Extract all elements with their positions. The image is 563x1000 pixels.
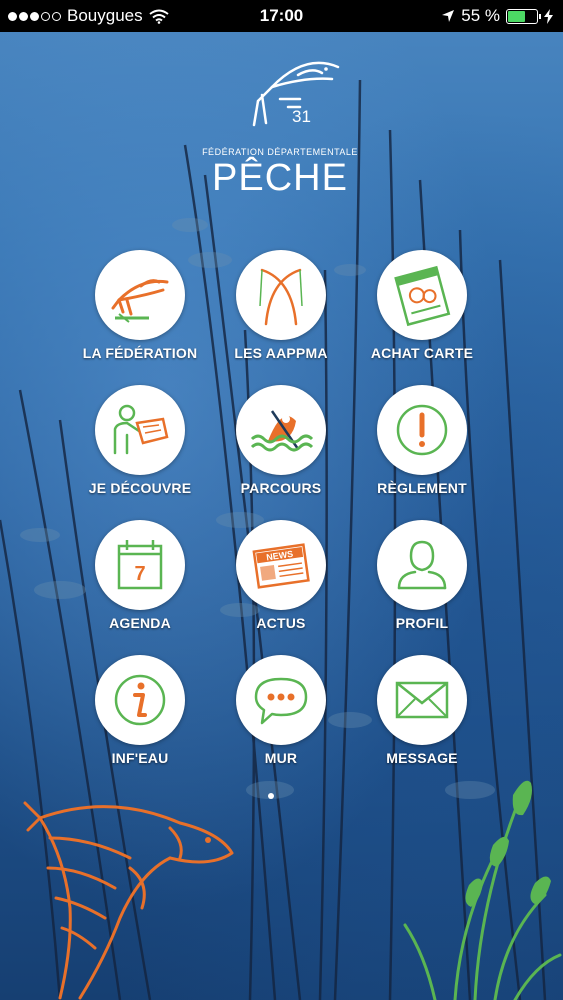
exclamation-icon	[396, 404, 448, 456]
logo-fish-icon	[252, 61, 340, 127]
menu-label: MESSAGE	[386, 750, 458, 766]
menu-button-circle[interactable]	[377, 385, 467, 475]
menu-button-circle[interactable]	[236, 385, 326, 475]
menu-button-circle[interactable]	[95, 385, 185, 475]
battery-percent: 55 %	[461, 6, 500, 25]
logo-number: 31	[292, 107, 311, 126]
menu-item-achat-carte[interactable]: ACHAT CARTE	[352, 250, 492, 370]
menu-item-agenda[interactable]: 7 AGENDA	[70, 520, 210, 640]
menu-item-infeau[interactable]: INF'EAU	[70, 655, 210, 775]
page-indicator-dot	[268, 793, 274, 799]
profile-icon	[397, 540, 447, 590]
person-reading-icon	[113, 404, 169, 455]
status-bar: Bouygues 17:00 55 %	[0, 0, 563, 32]
status-right-group: 55 %	[441, 6, 553, 26]
menu-label: ACHAT CARTE	[370, 345, 474, 361]
cattail-plant-decoration	[403, 780, 562, 1000]
menu-item-parcours[interactable]: PARCOURS	[211, 385, 351, 505]
calendar-day: 7	[134, 563, 145, 585]
menu-item-mur[interactable]: MUR	[211, 655, 351, 775]
federation-logo: 31 FÉDÉRATION DÉPARTEMENTALE PÊCHE	[200, 55, 360, 205]
menu-item-reglement[interactable]: RÈGLEMENT	[352, 385, 492, 505]
menu-button-circle[interactable]	[236, 250, 326, 340]
envelope-icon	[395, 681, 449, 719]
kayak-icon	[250, 410, 314, 452]
logo-title: PÊCHE	[212, 157, 348, 199]
fishing-rods-icon	[259, 268, 303, 326]
menu-item-message[interactable]: MESSAGE	[352, 655, 492, 775]
menu-label: PROFIL	[395, 615, 449, 631]
menu-button-circle[interactable]	[377, 520, 467, 610]
menu-button-circle[interactable]	[95, 250, 185, 340]
menu-button-circle[interactable]	[95, 655, 185, 745]
menu-label: RÈGLEMENT	[377, 480, 467, 496]
battery-icon	[506, 8, 541, 24]
menu-button-circle[interactable]: NEWS	[236, 520, 326, 610]
menu-button-circle[interactable]	[236, 655, 326, 745]
location-arrow-icon	[442, 10, 455, 22]
fishing-card-icon	[394, 265, 451, 327]
menu-item-les-aappma[interactable]: LES AAPPMA	[211, 250, 351, 370]
menu-item-la-federation[interactable]: LA FÉDÉRATION	[70, 250, 210, 370]
logo-subtitle: FÉDÉRATION DÉPARTEMENTALE	[202, 147, 358, 157]
menu-item-actus[interactable]: NEWS ACTUS	[211, 520, 351, 640]
menu-button-circle[interactable]	[377, 655, 467, 745]
fish-icon	[111, 279, 169, 323]
jumping-fish-decoration	[23, 801, 234, 1000]
chat-bubble-icon	[254, 677, 308, 725]
newspaper-icon: NEWS	[252, 543, 310, 589]
menu-button-circle[interactable]	[377, 250, 467, 340]
menu-button-circle[interactable]: 7	[95, 520, 185, 610]
calendar-icon: 7	[117, 540, 163, 590]
menu-item-profil[interactable]: PROFIL	[352, 520, 492, 640]
menu-item-je-decouvre[interactable]: JE DÉCOUVRE	[70, 385, 210, 505]
charging-bolt-icon	[544, 8, 553, 24]
info-icon	[114, 674, 166, 726]
